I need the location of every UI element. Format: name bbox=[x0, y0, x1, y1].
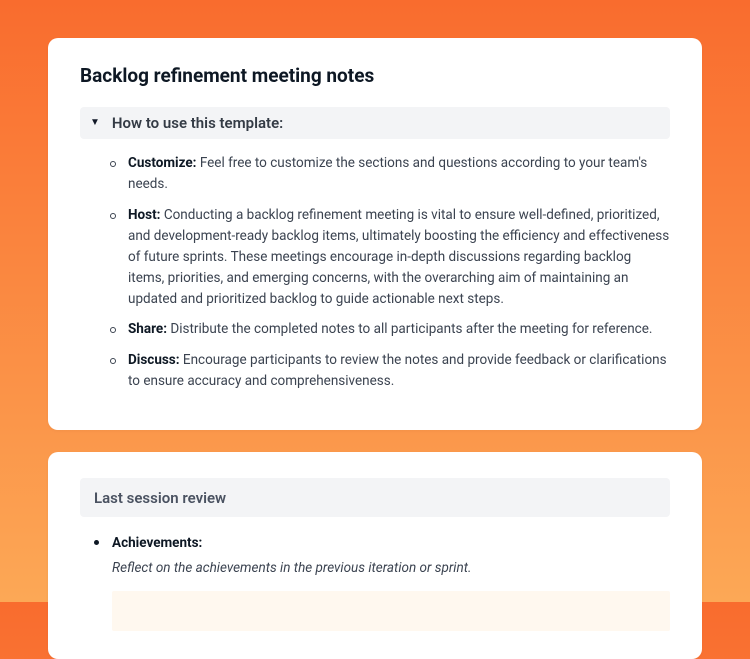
achievements-input[interactable] bbox=[112, 591, 670, 631]
last-session-heading: Last session review bbox=[94, 489, 226, 507]
item-text: Feel free to customize the sections and … bbox=[128, 155, 647, 192]
list-item: Host: Conducting a backlog refinement me… bbox=[110, 205, 670, 310]
chevron-down-icon: ▼ bbox=[90, 118, 100, 128]
how-to-list: Customize: Feel free to customize the se… bbox=[80, 153, 670, 392]
item-text: Conducting a backlog refinement meeting … bbox=[128, 207, 669, 307]
achievements-prompt: Reflect on the achievements in the previ… bbox=[112, 558, 670, 579]
how-to-heading: How to use this template: bbox=[112, 114, 283, 132]
list-item: Achievements: Reflect on the achievement… bbox=[94, 533, 670, 631]
item-text: Distribute the completed notes to all pa… bbox=[167, 321, 652, 337]
page-title: Backlog refinement meeting notes bbox=[80, 64, 670, 87]
item-label: Host: bbox=[128, 207, 160, 223]
review-list: Achievements: Reflect on the achievement… bbox=[80, 533, 670, 631]
item-text: Encourage participants to review the not… bbox=[128, 352, 667, 389]
list-item: Share: Distribute the completed notes to… bbox=[110, 319, 670, 340]
item-label: Share: bbox=[128, 321, 167, 337]
item-label: Discuss: bbox=[128, 352, 180, 368]
last-session-header: Last session review bbox=[80, 478, 670, 517]
achievements-label: Achievements: bbox=[112, 533, 670, 554]
list-item: Discuss: Encourage participants to revie… bbox=[110, 350, 670, 392]
template-card-review: Last session review Achievements: Reflec… bbox=[48, 452, 702, 659]
template-card-main: Backlog refinement meeting notes ▼ How t… bbox=[48, 38, 702, 430]
list-item: Customize: Feel free to customize the se… bbox=[110, 153, 670, 195]
how-to-toggle[interactable]: ▼ How to use this template: bbox=[80, 107, 670, 139]
item-label: Customize: bbox=[128, 155, 196, 171]
